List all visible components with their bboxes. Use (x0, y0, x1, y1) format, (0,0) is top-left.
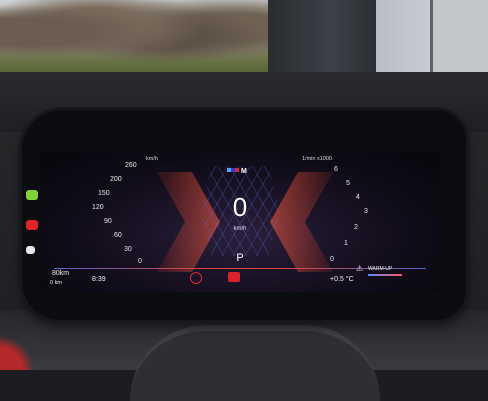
warmup-label: WARM-UP (368, 266, 393, 272)
range-value: 80km (52, 270, 70, 277)
speed-tick-120: 120 (92, 204, 104, 211)
speed-tick-200: 200 (110, 176, 122, 183)
seatbelt-warning-icon (190, 272, 202, 284)
rpm-unit-label: 1/min x1000 (302, 156, 332, 162)
window-frame (430, 0, 488, 72)
cluster-screen: km/h 260 200 150 120 90 60 30 0 1/min x1… (40, 152, 440, 292)
warmup-bar (368, 274, 402, 276)
clock-time: 8:39 (92, 276, 106, 283)
instrument-cluster: km/h 260 200 150 120 90 60 30 0 1/min x1… (22, 110, 466, 320)
speed-tick-90: 90 (104, 218, 112, 225)
speed-tick-60: 60 (114, 232, 122, 239)
current-speed-unit: km/h (233, 226, 247, 232)
rpm-tick-1: 1 (344, 240, 348, 247)
steering-wheel (130, 325, 380, 401)
warning-triangle-icon: ⚠ (356, 264, 364, 273)
building-outside (268, 0, 376, 72)
trees-outside (0, 0, 270, 80)
rpm-tick-3: 3 (364, 208, 368, 215)
fuel-pump-icon (26, 246, 35, 254)
headlight-indicator-icon (26, 190, 38, 200)
speed-tick-30: 30 (124, 246, 132, 253)
rpm-tick-4: 4 (356, 194, 360, 201)
speedometer-arc (157, 172, 220, 272)
rpm-tick-2: 2 (354, 224, 358, 231)
gear-indicator: P (236, 252, 244, 264)
speed-tick-150: 150 (98, 190, 110, 197)
tachometer-arc (270, 172, 333, 272)
left-indicator-lamps (26, 180, 40, 270)
rpm-tick-0: 0 (330, 256, 334, 263)
brake-warning-icon (26, 220, 38, 230)
speed-tick-0: 0 (138, 258, 142, 265)
center-warning-icon (228, 272, 240, 282)
speed-tick-260: 260 (125, 162, 137, 169)
rpm-tick-5: 5 (346, 180, 350, 187)
status-bar: 80km 0 km 8:39 +0.5 °C ⚠ WARM-UP (40, 264, 440, 292)
temperature-value: +0.5 °C (330, 276, 354, 283)
m-badge-icon: M (227, 168, 247, 174)
odometer-value: 0 km (50, 280, 62, 286)
current-speed: 0 (232, 192, 248, 222)
rpm-tick-6: 6 (334, 166, 338, 173)
red-trim (0, 330, 40, 370)
speed-unit-label: km/h (146, 156, 158, 162)
brand-badge-text: M (241, 168, 247, 174)
